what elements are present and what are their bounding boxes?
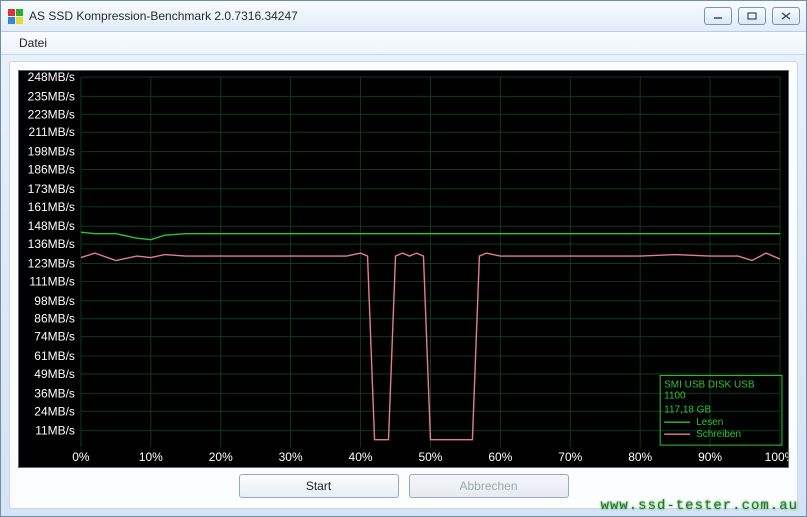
svg-text:111MB/s: 111MB/s xyxy=(29,274,75,288)
svg-text:98MB/s: 98MB/s xyxy=(34,294,75,308)
svg-text:161MB/s: 161MB/s xyxy=(28,200,75,214)
menubar: Datei xyxy=(1,32,806,55)
start-button[interactable]: Start xyxy=(239,474,399,498)
svg-text:SMI USB DISK USB: SMI USB DISK USB xyxy=(664,379,755,390)
svg-text:148MB/s: 148MB/s xyxy=(28,219,75,233)
chart-area: 11MB/s 24MB/s 36MB/s 49MB/s 61MB/s 74MB/s 86MB… xyxy=(18,70,789,468)
svg-text:61MB/s: 61MB/s xyxy=(34,349,75,363)
svg-text:20%: 20% xyxy=(209,450,233,464)
svg-text:117,18 GB: 117,18 GB xyxy=(664,404,711,415)
svg-text:1100: 1100 xyxy=(664,390,686,401)
maximize-button[interactable] xyxy=(738,7,766,25)
watermark: www.ssd-tester.com.au xyxy=(601,498,798,514)
svg-text:50%: 50% xyxy=(418,450,442,464)
svg-text:30%: 30% xyxy=(279,450,303,464)
svg-text:Schreiben: Schreiben xyxy=(696,429,741,440)
svg-text:74MB/s: 74MB/s xyxy=(34,330,75,344)
svg-text:235MB/s: 235MB/s xyxy=(28,89,75,103)
svg-text:248MB/s: 248MB/s xyxy=(28,71,75,84)
minimize-button[interactable] xyxy=(704,7,732,25)
svg-text:173MB/s: 173MB/s xyxy=(28,182,75,196)
svg-text:136MB/s: 136MB/s xyxy=(28,237,75,251)
svg-text:90%: 90% xyxy=(698,450,722,464)
svg-text:70%: 70% xyxy=(558,450,582,464)
window-buttons xyxy=(704,7,800,25)
svg-text:0%: 0% xyxy=(72,450,90,464)
svg-text:211MB/s: 211MB/s xyxy=(29,125,75,139)
svg-text:Lesen: Lesen xyxy=(696,417,723,428)
svg-text:223MB/s: 223MB/s xyxy=(28,107,75,121)
svg-text:100%: 100% xyxy=(765,450,788,464)
svg-text:24MB/s: 24MB/s xyxy=(34,404,75,418)
svg-text:186MB/s: 186MB/s xyxy=(28,163,75,177)
svg-text:11MB/s: 11MB/s xyxy=(35,424,75,438)
svg-text:36MB/s: 36MB/s xyxy=(34,386,75,400)
svg-text:198MB/s: 198MB/s xyxy=(28,145,75,159)
cancel-button: Abbrechen xyxy=(409,474,569,498)
svg-text:10%: 10% xyxy=(139,450,163,464)
menu-file[interactable]: Datei xyxy=(11,34,55,52)
svg-text:60%: 60% xyxy=(488,450,512,464)
window-title: AS SSD Kompression-Benchmark 2.0.7316.34… xyxy=(29,9,704,23)
titlebar: AS SSD Kompression-Benchmark 2.0.7316.34… xyxy=(1,1,806,32)
close-button[interactable] xyxy=(772,7,800,25)
svg-text:80%: 80% xyxy=(628,450,652,464)
svg-text:49MB/s: 49MB/s xyxy=(34,367,75,381)
svg-text:86MB/s: 86MB/s xyxy=(34,312,75,326)
app-icon xyxy=(7,8,23,24)
main-panel: 11MB/s 24MB/s 36MB/s 49MB/s 61MB/s 74MB/s 86MB… xyxy=(9,61,798,509)
app-window: AS SSD Kompression-Benchmark 2.0.7316.34… xyxy=(0,0,807,517)
svg-text:123MB/s: 123MB/s xyxy=(28,257,75,271)
svg-text:40%: 40% xyxy=(349,450,373,464)
